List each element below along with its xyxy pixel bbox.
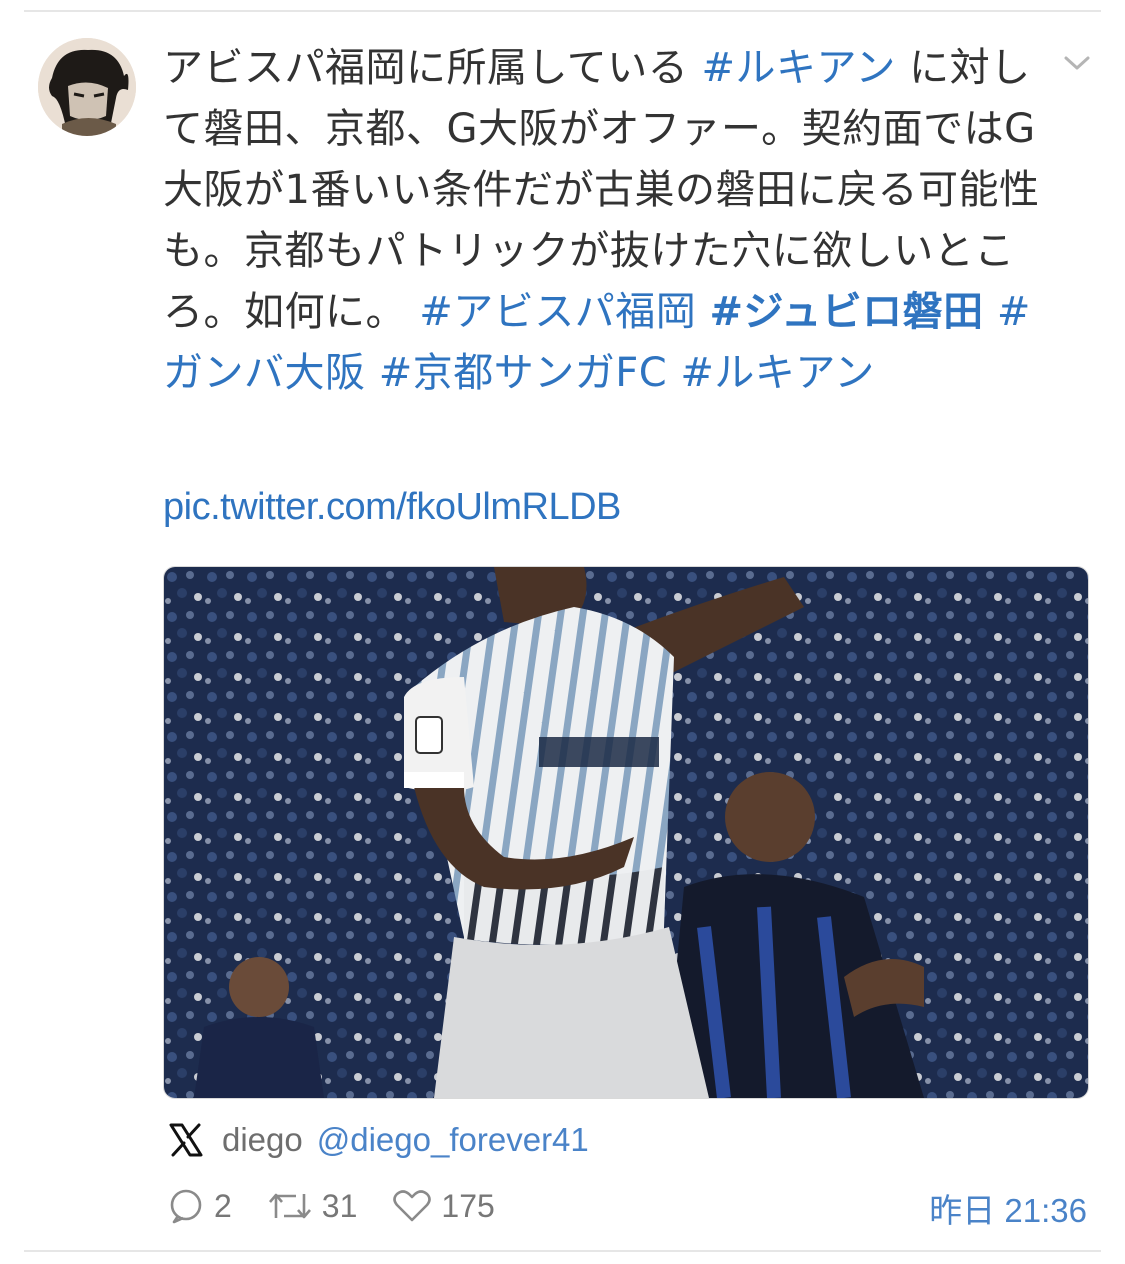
like-count: 175 [441, 1187, 495, 1224]
chevron-down-icon[interactable] [1062, 52, 1092, 74]
x-logo-icon [169, 1123, 203, 1157]
retweet-button[interactable]: 31 [266, 1186, 358, 1226]
author-handle[interactable]: @diego_forever41 [317, 1121, 589, 1159]
pic-link[interactable]: pic.twitter.com/fkoUlmRLDB [163, 486, 621, 529]
retweet-count: 31 [321, 1187, 358, 1224]
timestamp[interactable]: 昨日 21:36 [929, 1184, 1087, 1232]
text-intro: アビスパ福岡に所属している [163, 45, 702, 91]
author-name[interactable]: diego [222, 1121, 303, 1159]
retweet-icon [268, 1193, 311, 1219]
reply-count: 2 [214, 1187, 232, 1224]
tweet-text: アビスパ福岡に所属している #ルキアン に対して磐田、京都、G大阪がオファー。契… [163, 38, 1048, 404]
hashtag-jubilo-iwata[interactable]: #ジュビロ磐田 [709, 289, 983, 335]
top-divider [24, 10, 1101, 12]
reply-icon [170, 1189, 202, 1224]
heart-icon [393, 1190, 432, 1222]
reply-button[interactable]: 2 [166, 1186, 232, 1226]
like-button[interactable]: 175 [391, 1186, 495, 1226]
hashtag-lucian-2[interactable]: #ルキアン [680, 350, 874, 396]
avatar[interactable] [38, 38, 136, 136]
bottom-divider [24, 1250, 1101, 1252]
hashtag-lucian[interactable]: #ルキアン [702, 45, 896, 91]
author-row[interactable]: diego @diego_forever41 [168, 1118, 589, 1162]
action-bar: 2 31 175 [166, 1182, 529, 1230]
hashtag-kyoto-sanga[interactable]: #京都サンガFC [379, 350, 667, 396]
tweet-photo[interactable] [163, 566, 1089, 1099]
hashtag-avispa-fukuoka[interactable]: #アビスパ福岡 [419, 289, 696, 335]
